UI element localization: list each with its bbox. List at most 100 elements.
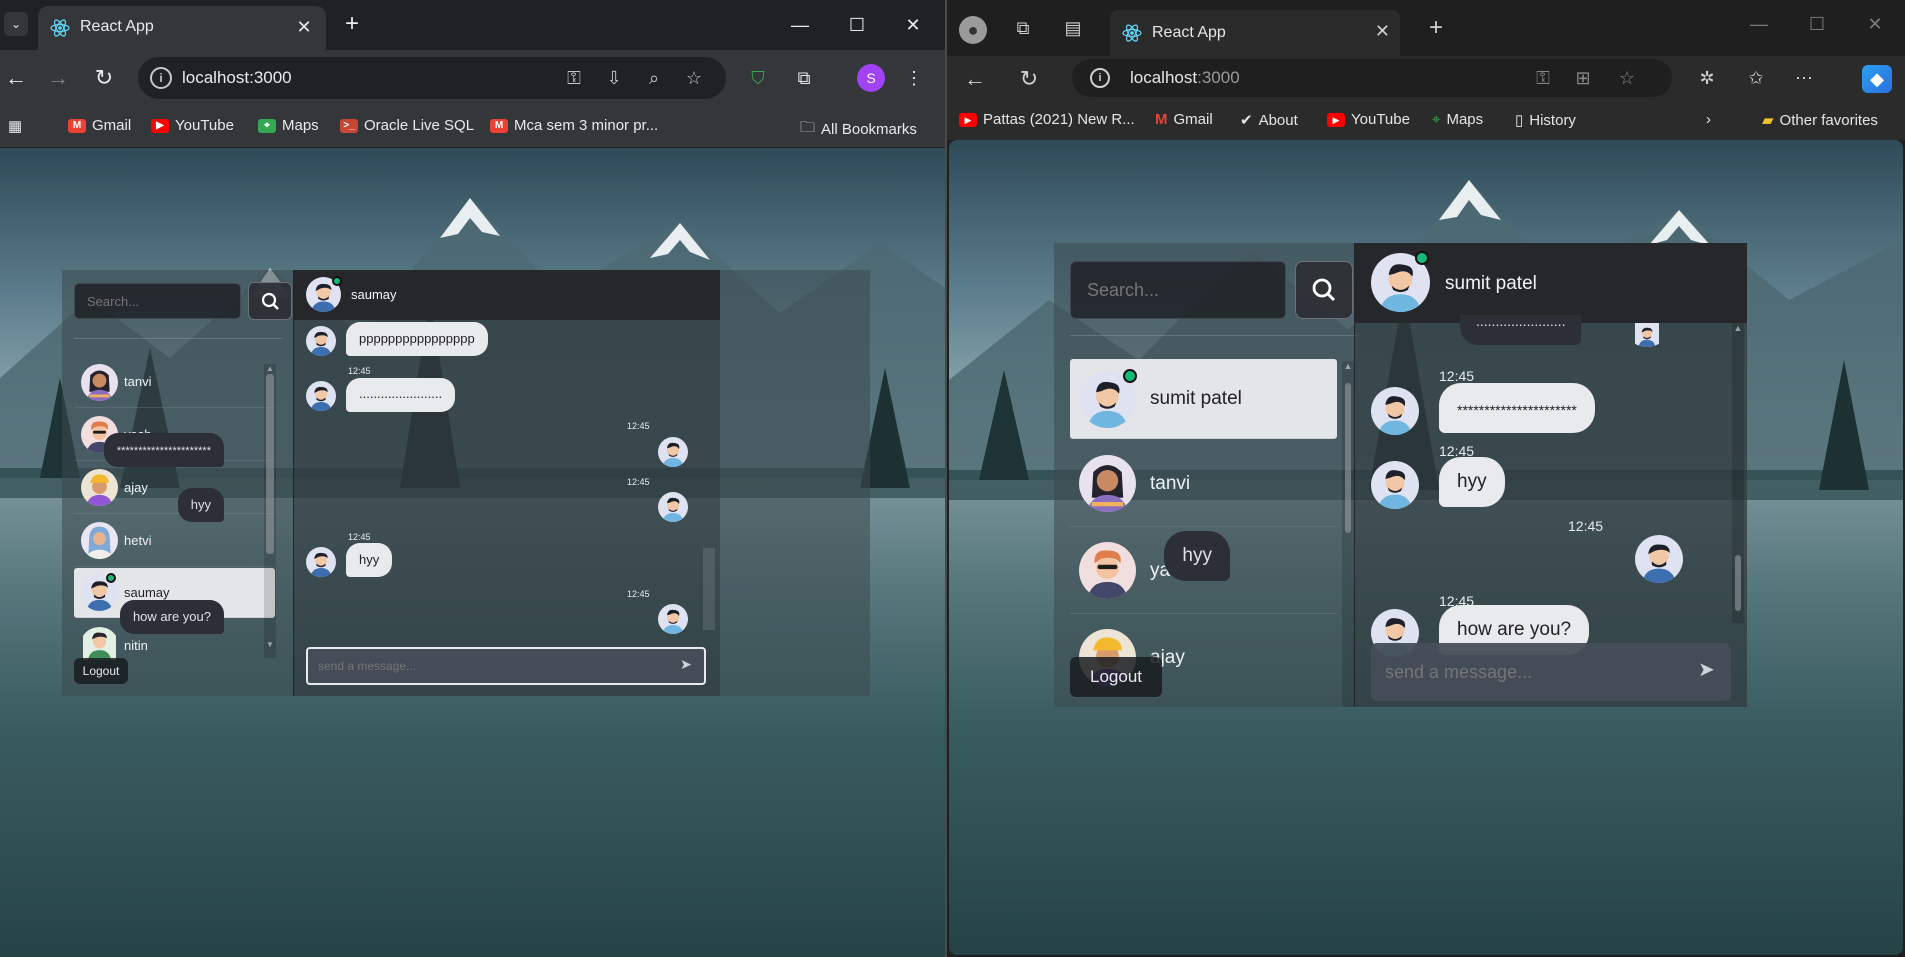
minimize-button[interactable]: —: [1744, 14, 1774, 35]
logout-button[interactable]: Logout: [1070, 657, 1162, 697]
bookmark-maps[interactable]: ⌖ Maps: [258, 117, 319, 134]
bookmark-youtube[interactable]: ▶ YouTube: [151, 117, 234, 134]
scroll-up-arrow-icon[interactable]: ▲: [264, 364, 276, 373]
browser-tab[interactable]: React App ✕: [1110, 10, 1400, 56]
bookmark-star-icon[interactable]: ☆: [682, 66, 706, 90]
favorite-gmail[interactable]: M Gmail: [1155, 111, 1213, 128]
tab-title: React App: [80, 18, 154, 35]
reload-icon[interactable]: ↻: [1015, 66, 1043, 92]
user-row-sumit-patel[interactable]: sumit patel: [1070, 359, 1337, 439]
user-row-tanvi[interactable]: tanvi: [1070, 441, 1337, 527]
scroll-thumb[interactable]: [266, 374, 274, 554]
page-viewport: sumit patel tanvi yash ajay: [949, 140, 1903, 955]
favorite-about[interactable]: ✔ About: [1240, 111, 1298, 130]
reload-icon[interactable]: ↻: [90, 64, 118, 92]
close-tab-icon[interactable]: ✕: [1375, 21, 1390, 42]
avatar: [1635, 535, 1683, 583]
maps-pin-icon: ⌖: [1432, 111, 1441, 128]
other-favorites-folder[interactable]: ▰ Other favorites: [1762, 111, 1878, 130]
message-input[interactable]: [306, 647, 706, 685]
maximize-button[interactable]: ☐: [1802, 14, 1832, 35]
close-tab-icon[interactable]: ✕: [292, 15, 316, 39]
user-row-tanvi[interactable]: tanvi: [74, 357, 275, 408]
back-arrow-icon[interactable]: ←: [961, 66, 989, 92]
scroll-up-arrow-icon[interactable]: ▲: [1732, 323, 1744, 333]
extensions-puzzle-icon[interactable]: ⧉: [790, 64, 818, 92]
password-key-icon[interactable]: ⚿: [1532, 68, 1554, 89]
back-arrow-icon[interactable]: ←: [2, 64, 30, 92]
user-list-scrollbar[interactable]: ▲ ▼: [264, 364, 276, 658]
url-text: localhost:3000: [182, 68, 292, 87]
chat-pane: sumit patel ....................... 12:4…: [1164, 243, 1747, 707]
vertical-tabs-icon[interactable]: ▤: [1061, 18, 1085, 39]
password-key-icon[interactable]: ⚿: [562, 66, 586, 90]
new-tab-button[interactable]: +: [338, 11, 366, 39]
search-button[interactable]: [1295, 261, 1353, 319]
avatar: [658, 492, 688, 522]
site-info-icon[interactable]: i: [1090, 68, 1110, 88]
chevron-right-icon[interactable]: ›: [1706, 111, 1711, 128]
search-button[interactable]: [248, 282, 292, 320]
search-input[interactable]: [1070, 261, 1286, 319]
minimize-button[interactable]: —: [780, 10, 820, 40]
favorite-maps[interactable]: ⌖ Maps: [1432, 111, 1483, 128]
browser-tab[interactable]: React App ✕: [38, 6, 326, 50]
tab-search-chevron-icon[interactable]: ⌄: [4, 12, 28, 36]
search-input[interactable]: [74, 283, 241, 319]
menu-kebab-icon[interactable]: ⋮: [900, 64, 928, 92]
avatar: [658, 604, 688, 634]
avatar: [81, 627, 118, 660]
new-tab-button[interactable]: +: [1422, 14, 1450, 42]
scroll-thumb[interactable]: [1345, 383, 1351, 533]
app-available-icon[interactable]: ⊞: [1572, 68, 1594, 89]
bookmarks-bar: ▦ M Gmail ▶ YouTube ⌖ Maps >_ Oracle Live SQ…: [0, 106, 945, 148]
user-row-hetvi[interactable]: hetvi: [74, 515, 275, 567]
address-bar[interactable]: i localhost:3000 ⚿ ⊞ ☆: [1072, 59, 1672, 97]
favorite-history[interactable]: ▯ History: [1515, 111, 1576, 130]
chat-app: sumit patel tanvi yash ajay: [1054, 243, 1747, 707]
shield-extension-icon[interactable]: ⛉: [744, 64, 772, 92]
react-logo-icon: [1122, 23, 1142, 43]
site-info-icon[interactable]: i: [150, 67, 172, 89]
send-icon[interactable]: ➤: [1698, 657, 1715, 682]
address-bar[interactable]: i localhost:3000 ⚿ ⇩ ⌕ ☆: [138, 57, 726, 99]
favorite-pattas[interactable]: ▶ Pattas (2021) New R...: [959, 111, 1135, 128]
all-bookmarks-folder[interactable]: 🗀 All Bookmarks: [800, 117, 917, 142]
messages-scrollbar[interactable]: ▲: [1732, 323, 1744, 623]
scroll-down-arrow-icon[interactable]: ▼: [264, 640, 276, 649]
apps-grid-icon[interactable]: ▦: [8, 117, 22, 135]
message-input[interactable]: [1371, 643, 1731, 701]
forward-arrow-icon[interactable]: →: [44, 64, 72, 92]
maximize-button[interactable]: ☐: [837, 10, 877, 40]
workspaces-icon[interactable]: ⧉: [1011, 18, 1035, 39]
logout-button[interactable]: Logout: [74, 658, 128, 684]
favorites-bar: ▶ Pattas (2021) New R... M Gmail ✔ About ▶ Y…: [947, 102, 1905, 140]
bookmark-gmail[interactable]: M Gmail: [68, 117, 131, 134]
user-row-ajay[interactable]: ajay: [74, 462, 275, 514]
desktop-scene: ⌄ React App ✕ + — ☐ ✕ ← → ↻ i localhost:…: [0, 0, 1905, 957]
close-window-button[interactable]: ✕: [893, 10, 933, 40]
profile-avatar-icon[interactable]: ●: [959, 16, 987, 44]
favorite-youtube[interactable]: ▶ YouTube: [1327, 111, 1410, 128]
browser-toolbar: ← ↻ i localhost:3000 ⚿ ⊞ ☆ ✲ ✩ ⋯ ◆: [947, 56, 1905, 102]
zoom-icon[interactable]: ⌕: [642, 66, 666, 90]
copilot-icon[interactable]: ◆: [1862, 65, 1892, 93]
profile-avatar[interactable]: S: [857, 64, 885, 92]
extensions-puzzle-icon[interactable]: ✲: [1695, 68, 1719, 89]
favorites-icon[interactable]: ✩: [1744, 68, 1768, 89]
messages-scrollbar[interactable]: [703, 548, 715, 630]
more-menu-icon[interactable]: ⋯: [1792, 68, 1816, 89]
close-window-button[interactable]: ✕: [1860, 14, 1890, 35]
bookmark-oracle-live-sql[interactable]: >_ Oracle Live SQL: [340, 117, 474, 134]
avatar: [81, 364, 118, 401]
user-list-scrollbar[interactable]: ▲: [1342, 361, 1354, 707]
avatar: [306, 326, 336, 356]
bookmark-mca-minor[interactable]: M Mca sem 3 minor pr...: [490, 117, 658, 134]
favorite-star-icon[interactable]: ☆: [1616, 68, 1638, 89]
send-icon[interactable]: ➤: [680, 656, 692, 673]
install-app-icon[interactable]: ⇩: [602, 66, 626, 90]
avatar: [1371, 461, 1419, 509]
page-icon: ▯: [1515, 112, 1524, 129]
scroll-thumb[interactable]: [1735, 555, 1741, 611]
scroll-up-arrow-icon[interactable]: ▲: [1342, 361, 1354, 371]
